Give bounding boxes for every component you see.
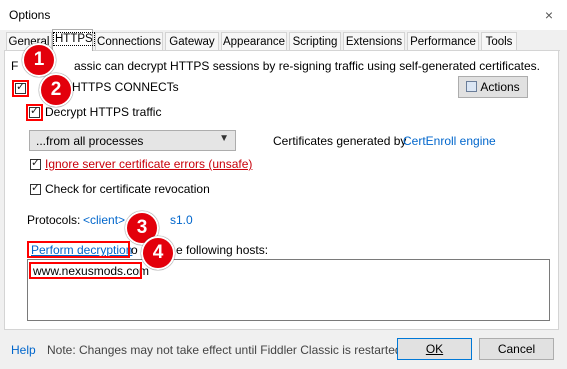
- decrypt-https-label: Decrypt HTTPS traffic: [45, 105, 162, 119]
- tab-appearance[interactable]: Appearance: [221, 32, 287, 50]
- process-filter-select[interactable]: ...from all processes ▼: [29, 130, 236, 151]
- highlight-capture-checkbox: [12, 80, 29, 97]
- tab-tools[interactable]: Tools: [481, 32, 517, 50]
- chevron-down-icon: ▼: [219, 133, 229, 144]
- certificates-text: Certificates generated by: [273, 134, 407, 148]
- title-bar: [0, 0, 567, 30]
- tab-performance[interactable]: Performance: [407, 32, 479, 50]
- capture-https-label: HTTPS CONNECTs: [72, 80, 179, 94]
- tab-connections[interactable]: Connections: [95, 32, 163, 50]
- tab-extensions[interactable]: Extensions: [343, 32, 405, 50]
- highlight-decrypt-checkbox: [26, 104, 43, 121]
- actions-button[interactable]: Actions: [458, 76, 528, 98]
- certenroll-engine-link[interactable]: CertEnroll engine: [403, 134, 496, 148]
- protocols-label: Protocols:: [27, 213, 81, 227]
- close-icon[interactable]: ×: [537, 6, 561, 24]
- intro-prefix: F: [11, 59, 19, 73]
- ignore-cert-errors-label[interactable]: Ignore server certificate errors (unsafe…: [45, 157, 252, 171]
- ignore-cert-errors-checkbox[interactable]: [30, 156, 41, 170]
- hosts-label: e following hosts:: [176, 243, 269, 257]
- intro-text: assic can decrypt HTTPS sessions by re-s…: [74, 59, 540, 73]
- tab-https[interactable]: HTTPS: [52, 29, 95, 51]
- highlight-perform-decryption: [27, 241, 130, 258]
- restart-note: Note: Changes may not take effect until …: [47, 343, 405, 357]
- cancel-button[interactable]: Cancel: [479, 338, 554, 360]
- protocols-link-tail[interactable]: s1.0: [170, 213, 193, 227]
- annotation-badge-1: 1: [22, 43, 56, 77]
- protocols-link[interactable]: <client>: [83, 213, 125, 227]
- tab-gateway[interactable]: Gateway: [165, 32, 219, 50]
- window-title: Options: [9, 8, 51, 22]
- process-filter-value: ...from all processes: [36, 134, 144, 148]
- annotation-badge-4: 4: [141, 236, 175, 270]
- revocation-label: Check for certificate revocation: [45, 182, 210, 196]
- revocation-checkbox[interactable]: [30, 181, 41, 195]
- actions-icon: [466, 81, 478, 92]
- tab-scripting[interactable]: Scripting: [289, 32, 341, 50]
- annotation-badge-2: 2: [39, 73, 73, 107]
- highlight-host-entry: [29, 262, 142, 279]
- hosts-prefix: o: [131, 243, 138, 257]
- help-link[interactable]: Help: [11, 343, 36, 357]
- ok-button[interactable]: OK: [397, 338, 472, 360]
